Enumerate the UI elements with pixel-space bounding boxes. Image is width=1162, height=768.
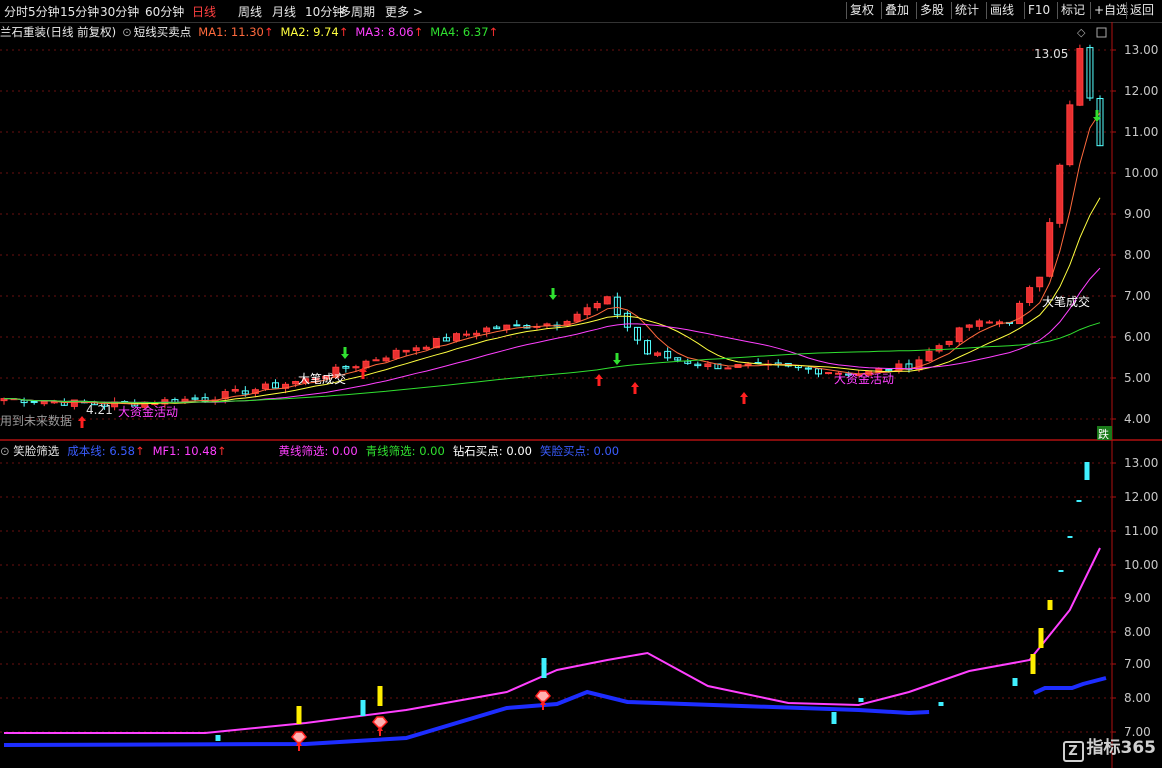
candle-body: [1066, 104, 1074, 166]
candle-body: [955, 327, 963, 343]
cyan-signal-bar: [1012, 678, 1018, 686]
kline-chart[interactable]: 13.00 12.00 11.00 10.00 9.00 8.00 7.00 6.00 5.00…: [0, 0, 1162, 768]
yellow-signal-bar: [377, 686, 383, 706]
candle-body: [392, 349, 400, 359]
annotation-capital: 大资金活动: [834, 371, 894, 386]
cyan-signal-bar: [858, 698, 864, 702]
sell-arrow-icon: [341, 347, 349, 359]
candle-body: [483, 327, 491, 333]
sub-y-tick-label: 8.00: [1124, 691, 1151, 705]
candle-body: [935, 345, 943, 352]
cyan-signal-bar: [938, 702, 944, 706]
candle-body: [382, 357, 390, 362]
sub-y-tick-label: 9.00: [1124, 591, 1151, 605]
y-tick-label: 5.00: [1124, 371, 1151, 385]
candle-body: [965, 324, 973, 328]
cyan-signal-bar: [1084, 462, 1090, 480]
y-tick-label: 10.00: [1124, 166, 1158, 180]
candle-body: [452, 333, 460, 342]
sub-y-tick-label: 11.00: [1124, 524, 1158, 538]
candle-body: [30, 400, 38, 403]
candle-body: [412, 347, 420, 352]
window-icon: [1096, 27, 1107, 38]
candle-body: [654, 352, 662, 356]
candle-body: [422, 346, 430, 350]
y-tick-label: 12.00: [1124, 84, 1158, 98]
candle-body: [402, 349, 410, 353]
buy-arrow-icon: [78, 416, 86, 428]
buy-arrow-icon: [740, 392, 748, 404]
candle-body: [583, 307, 591, 316]
candle-body: [925, 350, 933, 362]
candle-body: [704, 363, 712, 368]
sub-y-tick-label: 8.00: [1124, 625, 1151, 639]
cyan-signal-bar: [541, 658, 547, 678]
yellow-signal-bar: [296, 706, 302, 724]
sell-arrow-icon: [549, 288, 557, 300]
candle-body: [985, 321, 993, 324]
candle-body: [593, 303, 601, 309]
candle-body: [352, 366, 360, 369]
cyan-signal-bar: [1058, 570, 1064, 572]
annotation-big-trade: 大笔成交: [1042, 294, 1090, 309]
annotation-capital: 大资金活动: [118, 404, 178, 419]
y-tick-label: 6.00: [1124, 330, 1151, 344]
sell-arrow-icon: [613, 353, 621, 365]
zhibiao365-logo: Z 指标365: [1062, 733, 1156, 762]
y-tick-label: 7.00: [1124, 289, 1151, 303]
candle-body: [603, 296, 611, 305]
y-tick-label: 8.00: [1124, 248, 1151, 262]
sub-y-tick-label: 7.00: [1124, 657, 1151, 671]
candle-body: [1076, 48, 1084, 106]
sub-y-tick-label: 10.00: [1124, 558, 1158, 572]
candle-body: [261, 383, 269, 390]
y-tick-label: 13.00: [1124, 43, 1158, 57]
candle-body: [573, 313, 581, 322]
yellow-signal-bar: [1038, 628, 1044, 648]
high-price-label: 13.05: [1034, 47, 1068, 61]
cost-line-tail: [1033, 676, 1107, 695]
candle-body: [503, 324, 511, 331]
candle-body: [1046, 222, 1054, 277]
cyan-signal-bar: [831, 712, 837, 724]
candle-body: [1016, 302, 1024, 325]
candle-body: [945, 340, 953, 345]
candle-body: [513, 324, 521, 327]
buy-arrow-icon: [595, 374, 603, 386]
candle-body: [1026, 287, 1034, 303]
annotation-big-trade: 大笔成交: [298, 371, 346, 386]
candle-body: [372, 359, 380, 362]
buy-arrow-icon: [631, 382, 639, 394]
sub-y-tick-label: 12.00: [1124, 490, 1158, 504]
candle-body: [825, 372, 833, 375]
candle-body: [744, 363, 752, 366]
cyan-signal-bar: [215, 735, 221, 741]
sub-y-tick-label: 13.00: [1124, 456, 1158, 470]
y-tick-label: 9.00: [1124, 207, 1151, 221]
y-tick-label: 4.00: [1124, 412, 1151, 426]
candle-body: [473, 332, 481, 336]
ma-line-4: [4, 322, 1101, 404]
cyan-signal-bar: [1067, 536, 1073, 538]
future-data-note: 用到未来数据: [0, 413, 72, 428]
yellow-signal-bar: [1047, 600, 1053, 610]
candle-body: [975, 320, 983, 327]
cyan-signal-bar: [360, 700, 366, 716]
cyan-signal-bar: [1076, 500, 1082, 502]
y-tick-label: 11.00: [1124, 125, 1158, 139]
yellow-signal-bar: [1030, 654, 1036, 674]
diamond-icon: ◇: [1077, 26, 1086, 39]
ma-line-2: [4, 197, 1101, 405]
candle-body: [1056, 164, 1064, 224]
low-price-label: 4.21: [86, 403, 113, 417]
drop-badge: 跌: [1098, 427, 1109, 441]
candle-body: [40, 400, 48, 405]
candle-body: [463, 333, 471, 336]
candle-body: [724, 367, 732, 370]
ma-line-1: [4, 112, 1101, 405]
candle-body: [231, 388, 239, 392]
candle-body: [1036, 276, 1044, 288]
